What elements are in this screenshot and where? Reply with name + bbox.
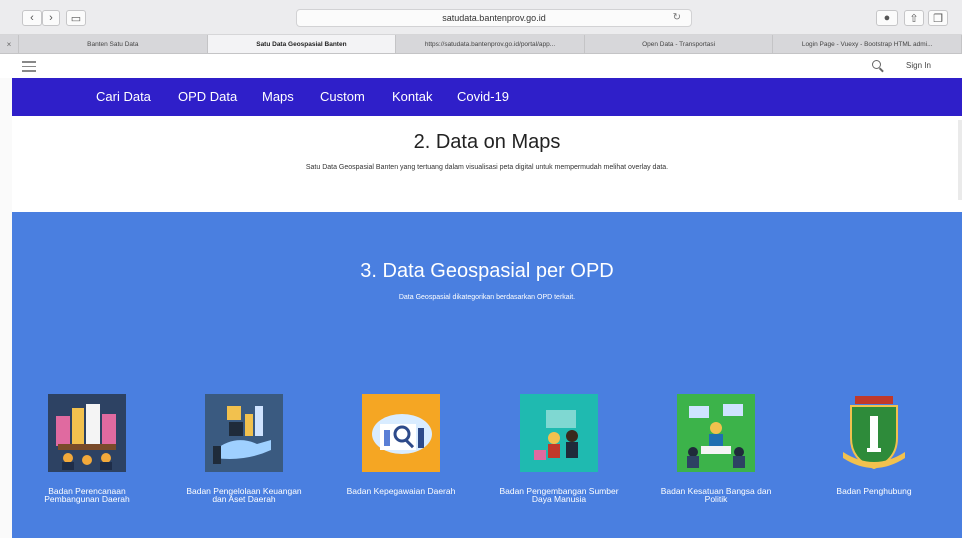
nav-kontak[interactable]: Kontak (392, 89, 432, 104)
section-title: 2. Data on Maps (413, 131, 561, 153)
nav-covid-19[interactable]: Covid-19 (457, 89, 509, 104)
tabs-overview-icon[interactable]: ❐ (928, 10, 948, 26)
left-margin (0, 54, 12, 538)
site-header: Sign In (0, 54, 962, 78)
forward-button[interactable]: › (42, 10, 60, 26)
card-label: Badan Pengelolaan Keuangan dan Aset Daer… (186, 486, 302, 504)
opd-card-bpkad[interactable]: Badan Pengelolaan Keuangan dan Aset Daer… (179, 394, 309, 503)
opd-card-kesbangpol[interactable]: Badan Kesatuan Bangsa dan Politik (651, 394, 781, 503)
hamburger-menu-icon[interactable] (22, 61, 36, 75)
extension-icon[interactable]: ● (876, 10, 898, 26)
tab-banten-satu-data[interactable]: Banten Satu Data (19, 35, 208, 53)
tab-satu-data-geospasial[interactable]: Satu Data Geospasial Banten (207, 35, 397, 53)
nav-cari-data[interactable]: Cari Data (96, 89, 151, 104)
search-icon[interactable] (872, 60, 881, 69)
nav-opd-data[interactable]: OPD Data (178, 89, 237, 104)
card-label: Badan Perencanaan Pembangunan Daerah (44, 486, 130, 504)
address-text: satudata.bantenprov.go.id (442, 13, 546, 23)
card-label: Badan Penghubung (836, 486, 912, 496)
finance-icon[interactable] (205, 394, 283, 472)
tab-bar: × Banten Satu Data Satu Data Geospasial … (0, 35, 962, 54)
main-navigation: Cari Data OPD Data Maps Custom Kontak Co… (12, 78, 962, 116)
browser-toolbar: ‹ › ▭ satudata.bantenprov.go.id ↻ ● ⇧ ❐ (0, 0, 962, 35)
close-tab-icon[interactable]: × (0, 35, 19, 53)
nav-maps[interactable]: Maps (262, 89, 294, 104)
banten-emblem-icon[interactable] (835, 394, 913, 472)
opd-card-bkd[interactable]: Badan Kepegawaian Daerah (336, 394, 466, 495)
scroll-edge (958, 120, 962, 200)
sidebar-toggle-icon[interactable]: ▭ (66, 10, 86, 26)
address-bar[interactable]: satudata.bantenprov.go.id ↻ (296, 9, 692, 27)
section-description: Data Geospasial dikategorikan berdasarka… (398, 294, 576, 301)
share-icon[interactable]: ⇧ (904, 10, 924, 26)
card-label: Badan Kesatuan Bangsa dan Politik (660, 486, 772, 504)
tab-login-page[interactable]: Login Page - Vuexy - Bootstrap HTML admi… (773, 35, 962, 53)
sign-in-link[interactable]: Sign In (906, 61, 931, 70)
planning-icon[interactable] (48, 394, 126, 472)
reload-icon[interactable]: ↻ (673, 12, 681, 23)
hr-development-icon[interactable] (520, 394, 598, 472)
data-on-maps-section: 2. Data on Maps Satu Data Geospasial Ban… (12, 116, 962, 212)
card-label: Badan Kepegawaian Daerah (346, 486, 456, 496)
section-title: 3. Data Geospasial per OPD (360, 260, 614, 282)
opd-card-badan-penghubung[interactable]: Badan Penghubung (809, 394, 939, 495)
politics-icon[interactable] (677, 394, 755, 472)
back-button[interactable]: ‹ (22, 10, 42, 26)
tab-open-data-transportasi[interactable]: Open Data - Transportasi (585, 35, 774, 53)
personnel-icon[interactable] (362, 394, 440, 472)
opd-card-bpsdm[interactable]: Badan Pengembangan Sumber Daya Manusia (494, 394, 624, 503)
card-label: Badan Pengembangan Sumber Daya Manusia (499, 486, 619, 504)
geospasial-opd-section: 3. Data Geospasial per OPD Data Geospasi… (12, 212, 962, 538)
tab-portal-app[interactable]: https://satudata.bantenprov.go.id/portal… (396, 35, 585, 53)
opd-card-bappeda[interactable]: Badan Perencanaan Pembangunan Daerah (22, 394, 152, 503)
section-description: Satu Data Geospasial Banten yang tertuan… (305, 164, 669, 171)
nav-custom[interactable]: Custom (320, 89, 365, 104)
